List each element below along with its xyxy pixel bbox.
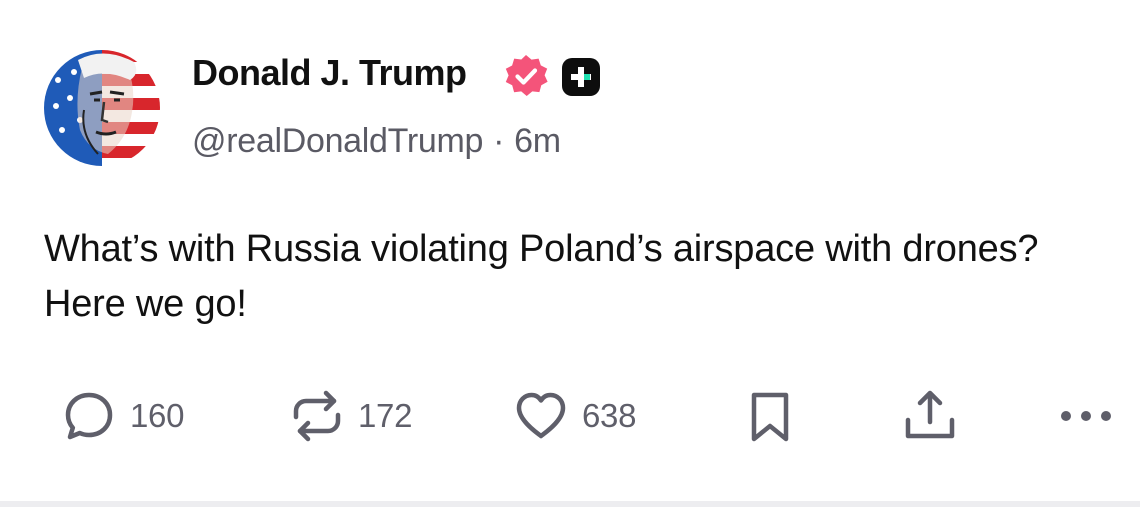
portrait-flag-avatar-icon [44,50,160,166]
heart-icon [516,392,566,439]
more-icon [1061,411,1111,421]
retruth-count: 172 [358,397,413,434]
divider [0,501,1140,507]
reply-count: 160 [130,397,185,434]
author-meta: @realDonaldTrump · 6m [192,122,561,161]
bookmark-icon [751,392,789,442]
post-body: What’s with Russia violating Poland’s ai… [44,228,1039,325]
reply-icon [65,392,113,440]
avatar[interactable] [44,50,160,166]
bookmark-button[interactable] [746,386,794,446]
verified-badge-icon [505,55,548,96]
more-options-button[interactable] [1058,386,1114,446]
meta-separator: · [493,122,505,160]
share-icon [905,390,955,439]
post-timestamp[interactable]: 6m [514,122,561,160]
retruth-icon [293,390,341,442]
truth-plus-icon[interactable] [561,57,601,97]
reply-button[interactable]: 160 [60,386,184,446]
post-card: Donald J. Trump @realDonaldTrump · 6m What… [0,0,1140,507]
display-name[interactable]: Donald J. Trump [192,52,467,94]
author-handle[interactable]: @realDonaldTrump [192,122,483,160]
share-button[interactable] [900,386,960,446]
retruth-button[interactable]: 172 [288,386,412,446]
like-button[interactable]: 638 [512,386,636,446]
like-count: 638 [582,397,637,434]
